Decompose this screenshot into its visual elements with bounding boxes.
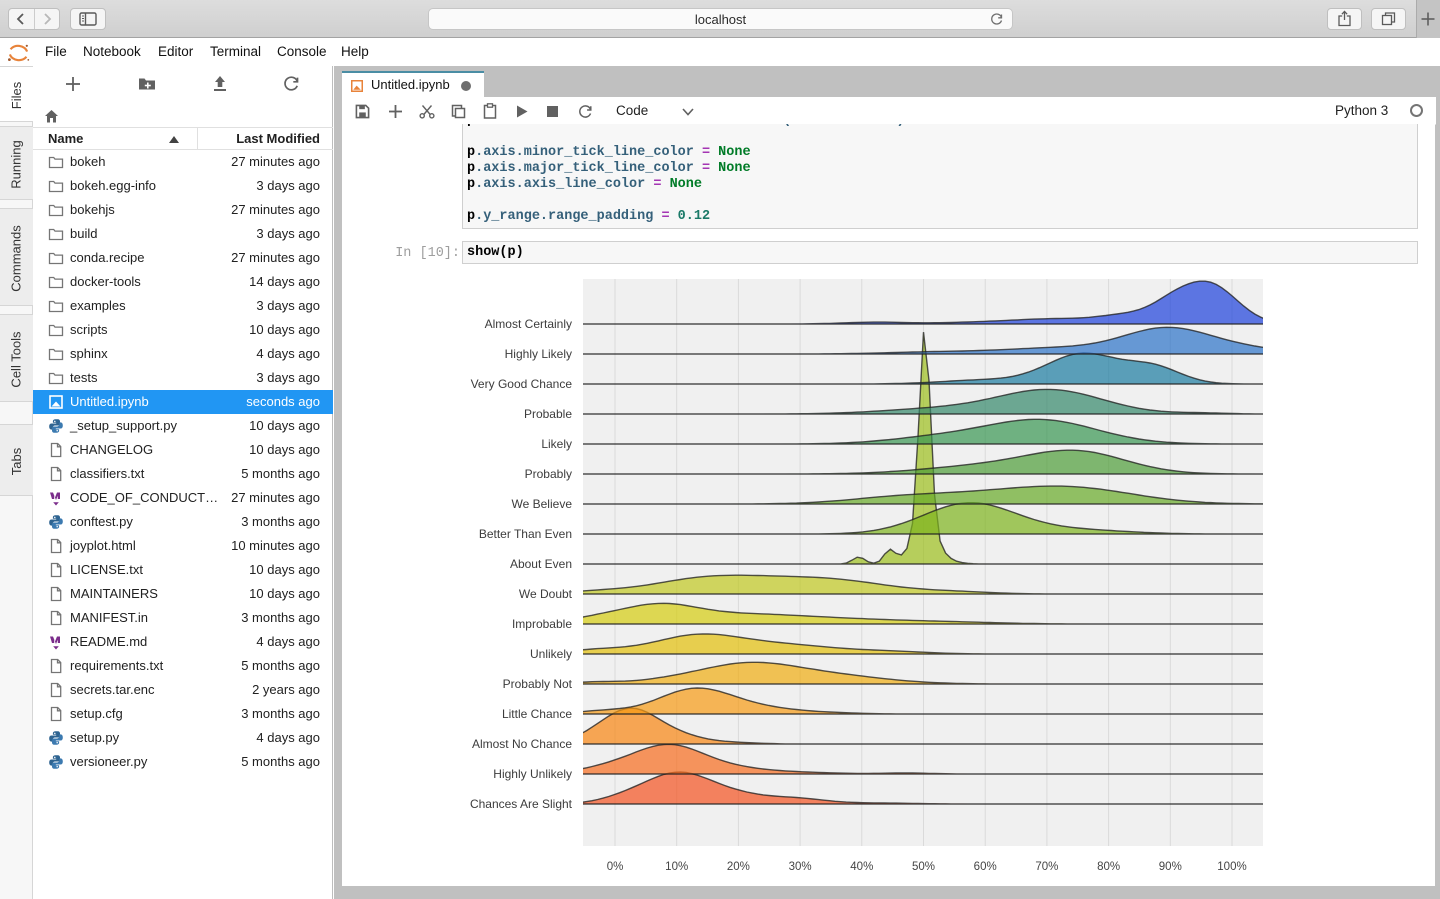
svg-text:70%: 70% <box>1035 861 1058 873</box>
svg-text:Probably: Probably <box>525 467 572 481</box>
svg-text:Very Good Chance: Very Good Chance <box>471 377 573 391</box>
svg-text:90%: 90% <box>1159 861 1182 873</box>
svg-text:40%: 40% <box>850 861 873 873</box>
svg-text:We Doubt: We Doubt <box>519 587 573 601</box>
svg-text:Almost Certainly: Almost Certainly <box>485 317 572 331</box>
svg-text:Highly Unlikely: Highly Unlikely <box>493 767 572 781</box>
svg-text:50%: 50% <box>912 861 935 873</box>
svg-text:20%: 20% <box>727 861 750 873</box>
svg-text:Chances Are Slight: Chances Are Slight <box>470 797 573 811</box>
svg-text:Unlikely: Unlikely <box>530 647 572 661</box>
svg-text:Little Chance: Little Chance <box>502 707 572 721</box>
svg-text:10%: 10% <box>665 861 688 873</box>
svg-text:80%: 80% <box>1097 861 1120 873</box>
svg-text:100%: 100% <box>1217 861 1246 873</box>
svg-text:Almost No Chance: Almost No Chance <box>472 737 572 751</box>
svg-text:Probably Not: Probably Not <box>503 677 573 691</box>
svg-text:60%: 60% <box>974 861 997 873</box>
svg-text:Highly Likely: Highly Likely <box>505 347 572 361</box>
svg-text:Improbable: Improbable <box>512 617 572 631</box>
svg-text:Better Than Even: Better Than Even <box>479 527 572 541</box>
svg-text:Likely: Likely <box>541 437 572 451</box>
svg-text:About Even: About Even <box>510 557 572 571</box>
svg-text:Probable: Probable <box>524 407 572 421</box>
svg-text:0%: 0% <box>607 861 624 873</box>
svg-text:We Believe: We Believe <box>512 497 573 511</box>
svg-text:30%: 30% <box>789 861 812 873</box>
